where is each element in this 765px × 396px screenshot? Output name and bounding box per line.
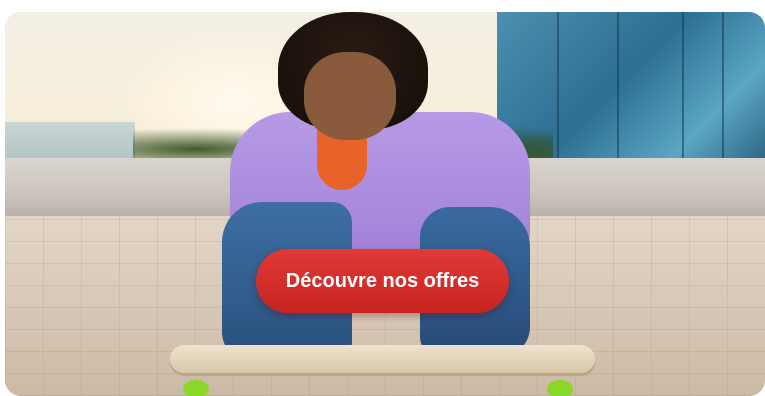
skateboard-wheel (547, 380, 573, 396)
discover-offers-button[interactable]: Découvre nos offres (256, 249, 509, 313)
skateboard (170, 345, 595, 373)
skateboard-wheel (183, 380, 209, 396)
smiling-face (304, 52, 396, 140)
hero-banner (5, 12, 765, 396)
person-figure (220, 12, 540, 396)
